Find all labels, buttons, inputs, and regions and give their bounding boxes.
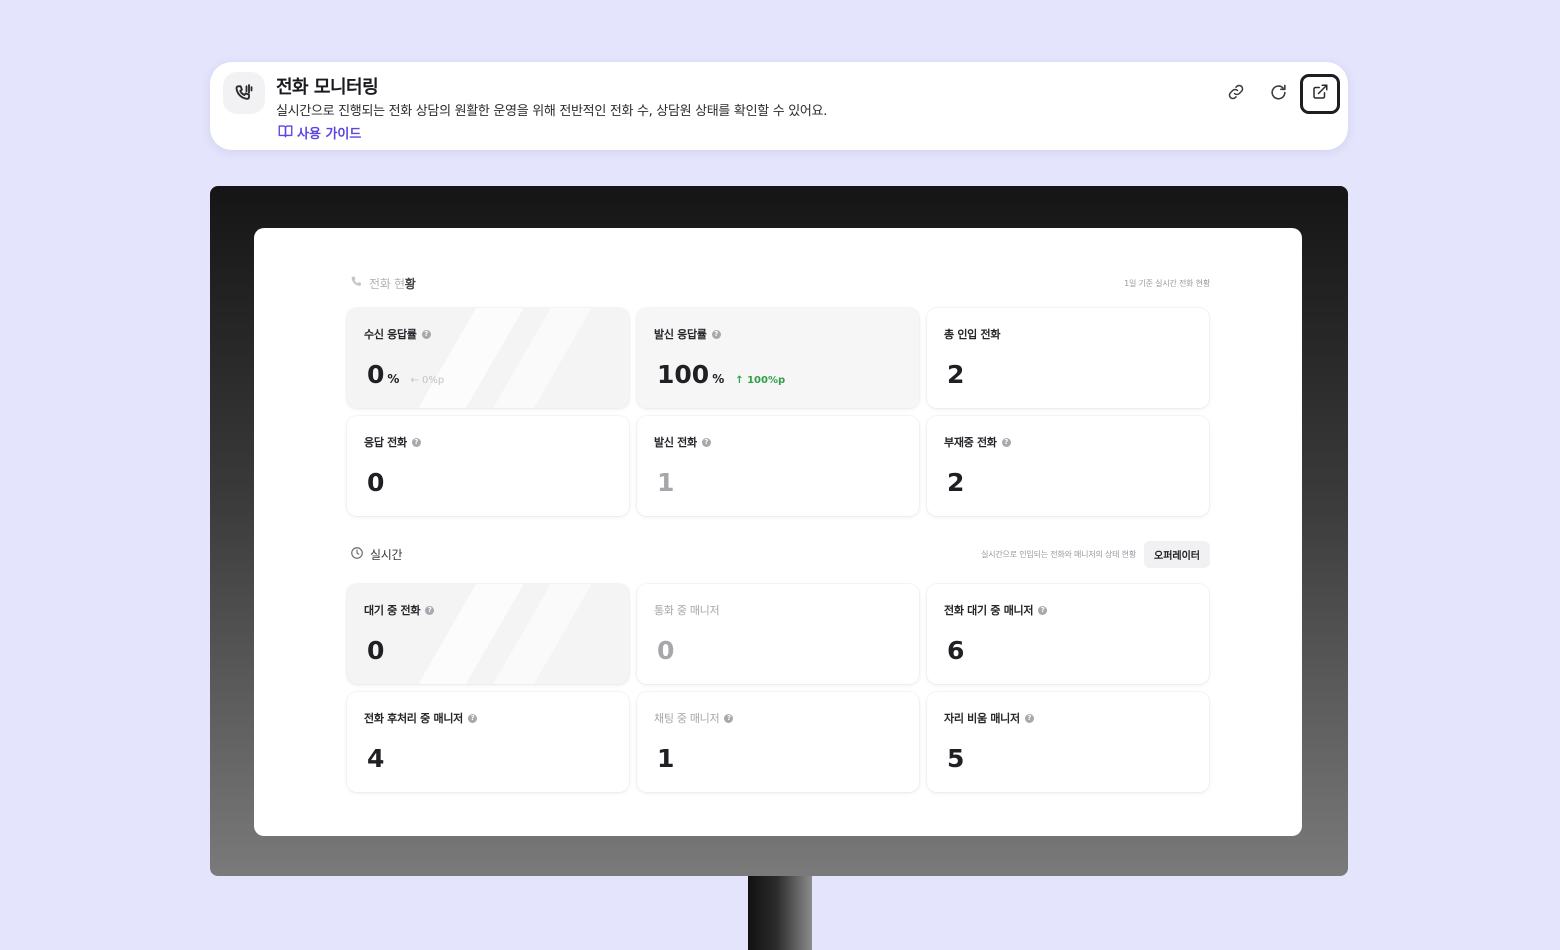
inbound-answer-rate-card: 수신 응답률 ? 0 % ← 0%p [347, 308, 629, 408]
help-icon[interactable]: ? [1024, 713, 1034, 723]
card-label: 부재중 전화 ? [944, 434, 1011, 450]
managers-after-call-work-card: 전화 후처리 중 매니저 ? 4 [347, 692, 629, 792]
help-icon[interactable]: ? [1001, 437, 1011, 447]
answered-calls-card: 응답 전화 ? 0 [347, 416, 629, 516]
card-label: 통화 중 매니저 [654, 604, 720, 617]
card-label: 응답 전화 ? [364, 434, 421, 450]
help-icon[interactable]: ? [467, 713, 477, 723]
card-label: 전화 대기 중 매니저 ? [944, 602, 1048, 618]
card-value: 0 [657, 636, 675, 665]
call-status-title-strong: 황 [404, 276, 416, 291]
help-icon[interactable]: ? [1038, 605, 1048, 615]
help-icon[interactable]: ? [701, 437, 711, 447]
card-label: 대기 중 전화 ? [364, 602, 435, 618]
copy-link-button[interactable] [1216, 74, 1256, 114]
card-value: 5 [947, 744, 965, 773]
card-label: 채팅 중 매니저 ? [654, 710, 734, 726]
help-icon[interactable]: ? [411, 437, 421, 447]
call-status-title: 전화 현황 [350, 275, 416, 292]
monitor-frame: 전화 현황 1일 기준 실시간 전화 현황 수신 응답률 ? 0 % ← 0%p… [210, 186, 1348, 876]
page-title: 전화 모니터링 [276, 77, 379, 98]
help-icon[interactable]: ? [711, 329, 721, 339]
card-value: 1 [657, 744, 675, 773]
card-value: 6 [947, 636, 965, 665]
card-label: 자리 비움 매니저 ? [944, 710, 1034, 726]
monitor-screen: 전화 현황 1일 기준 실시간 전화 현황 수신 응답률 ? 0 % ← 0%p… [254, 228, 1302, 836]
card-value: 1 [657, 468, 675, 497]
managers-waiting-card: 전화 대기 중 매니저 ? 6 [927, 584, 1209, 684]
help-icon[interactable]: ? [421, 329, 431, 339]
call-status-note: 1일 기준 실시간 전화 현황 [1124, 278, 1210, 288]
refresh-icon [1269, 83, 1288, 106]
external-link-icon [1311, 83, 1329, 105]
usage-guide-label: 사용 가이드 [297, 127, 362, 142]
card-value: 0 [367, 468, 385, 497]
missed-calls-card: 부재중 전화 ? 2 [927, 416, 1209, 516]
delta-badge: ← 0%p [410, 375, 445, 386]
managers-on-call-card: 통화 중 매니저 0 [637, 584, 919, 684]
help-icon[interactable]: ? [425, 605, 435, 615]
realtime-header: 실시간 실시간으로 인입되는 전화와 매니저의 상태 현황 오퍼레이터 [350, 540, 1210, 568]
card-value: 4 [367, 744, 385, 773]
realtime-note: 실시간으로 인입되는 전화와 매니저의 상태 현황 [981, 549, 1136, 559]
card-label: 수신 응답률 ? [364, 326, 431, 342]
card-value: 2 [947, 360, 965, 389]
managers-chatting-card: 채팅 중 매니저 ? 1 [637, 692, 919, 792]
card-label: 발신 응답률 ? [654, 326, 721, 342]
outbound-calls-card: 발신 전화 ? 1 [637, 416, 919, 516]
refresh-button[interactable] [1258, 74, 1298, 114]
card-label: 발신 전화 ? [654, 434, 711, 450]
clock-icon [350, 546, 364, 563]
card-value: 100 % ↑ 100%p [657, 360, 786, 389]
header-actions [1216, 74, 1340, 114]
card-value: 2 [947, 468, 965, 497]
managers-away-card: 자리 비움 매니저 ? 5 [927, 692, 1209, 792]
link-icon [1227, 83, 1245, 105]
realtime-controls: 실시간으로 인입되는 전화와 매니저의 상태 현황 오퍼레이터 [981, 540, 1210, 568]
total-inbound-calls-card: 총 인입 전화 2 [927, 308, 1209, 408]
book-icon [278, 124, 293, 142]
card-value: 0 % ← 0%p [367, 360, 445, 389]
phone-icon [350, 275, 363, 291]
call-status-grid: 수신 응답률 ? 0 % ← 0%p 발신 응답률 ? 100 % ↑ 100%… [347, 308, 1209, 516]
outbound-answer-rate-card: 발신 응답률 ? 100 % ↑ 100%p [637, 308, 919, 408]
delta-badge: ↑ 100%p [735, 375, 786, 386]
help-icon[interactable]: ? [724, 713, 734, 723]
call-status-header: 전화 현황 1일 기준 실시간 전화 현황 [350, 271, 1210, 295]
card-label: 전화 후처리 중 매니저 ? [364, 710, 477, 726]
call-status-title-faded: 전화 현 [369, 276, 405, 291]
page-header: 전화 모니터링 실시간으로 진행되는 전화 상담의 원활한 운영을 위해 전반적… [210, 62, 1348, 150]
page-description: 실시간으로 진행되는 전화 상담의 원활한 운영을 위해 전반적인 전화 수, … [276, 104, 828, 119]
phone-voice-icon [223, 72, 265, 114]
card-label: 총 인입 전화 [944, 328, 1001, 341]
monitor-stand [748, 876, 812, 950]
realtime-title: 실시간 [350, 546, 403, 563]
operator-button[interactable]: 오퍼레이터 [1144, 540, 1210, 568]
open-new-window-button[interactable] [1300, 74, 1340, 114]
card-value: 0 [367, 636, 385, 665]
waiting-calls-card: 대기 중 전화 ? 0 [347, 584, 629, 684]
usage-guide-link[interactable]: 사용 가이드 [278, 123, 361, 142]
realtime-grid: 대기 중 전화 ? 0 통화 중 매니저 0 전화 대기 중 매니저 ? 6 전… [347, 584, 1209, 792]
